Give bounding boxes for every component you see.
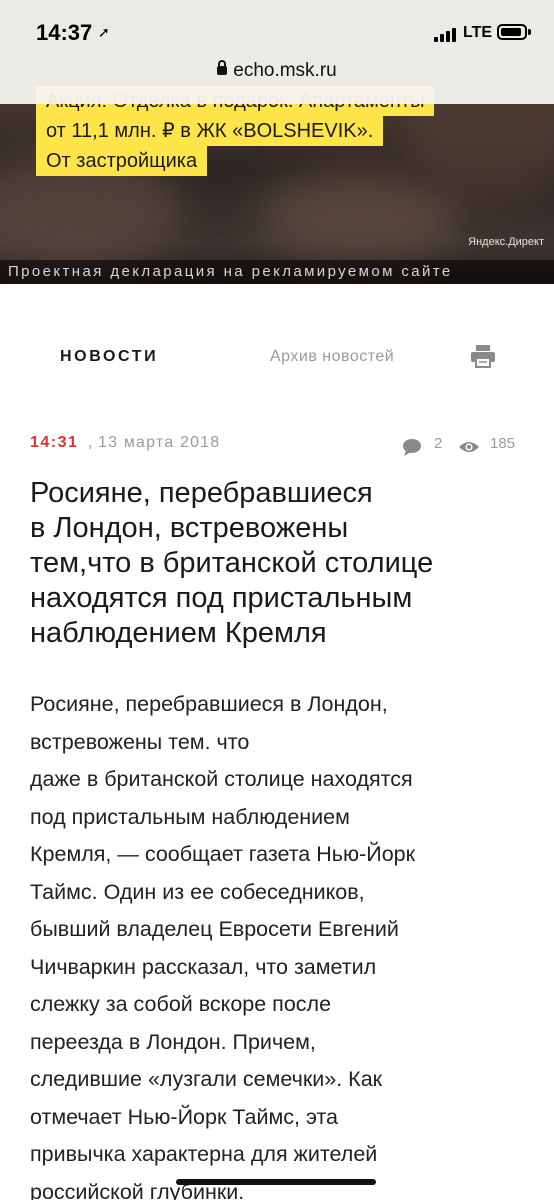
comment-icon[interactable]: [402, 438, 422, 456]
body-line: даже в британской столице находятся: [30, 767, 413, 791]
signal-strength-icon: [434, 26, 458, 42]
meta-separator: ,: [88, 434, 93, 451]
headline-line: в Лондон, встревожены: [30, 512, 349, 544]
article-headline: Росияне, перебравшиеся в Лондон, встрево…: [30, 476, 530, 651]
ad-declaration: Проектная декларация на рекламируемом са…: [0, 260, 554, 284]
article-meta: 14:31 , 13 марта 2018 2 185: [30, 434, 530, 458]
screen: Акция: Отделка в подарок. Апартаменты от…: [0, 0, 554, 1200]
body-line: привычка характерна для жителей: [30, 1142, 378, 1166]
url-text: echo.msk.ru: [233, 60, 337, 81]
home-indicator[interactable]: [176, 1179, 376, 1185]
body-line: бывший владелец Евросети Евгений: [30, 917, 399, 941]
body-line: Таймс. Один из ее собеседников,: [30, 879, 365, 904]
view-count: 185: [490, 435, 516, 452]
network-type: LTE: [463, 24, 493, 41]
article-body: Росияне, перебравшиеся в Лондон, встрево…: [30, 686, 530, 1200]
battery-icon: [497, 24, 527, 40]
body-line: переезда в Лондон. Причем,: [30, 1029, 316, 1054]
location-arrow-icon: ➚: [98, 24, 110, 40]
eye-icon: [459, 442, 479, 452]
body-line: Чичваркин рассказал, что заметил: [30, 954, 377, 979]
headline-line: тем,что в британской столице: [30, 547, 434, 579]
body-line: российской глубинки.: [30, 1179, 245, 1200]
ad-text-line: От застройщика: [36, 146, 208, 176]
body-line: следившие «лузгали семечки». Как: [30, 1067, 383, 1091]
body-line: под пристальным наблюдением: [30, 804, 350, 829]
address-bar[interactable]: echo.msk.ru: [0, 60, 554, 82]
body-line: слежку за собой вскоре после: [30, 992, 332, 1016]
publish-time: 14:31: [30, 434, 79, 451]
nav-archive-link[interactable]: Архив новостей: [270, 348, 394, 366]
battery-tip: [528, 29, 531, 35]
status-time: 14:37: [36, 20, 93, 45]
body-line: Кремля, — сообщает газета Нью-Йорк: [30, 842, 416, 866]
body-line: встревожены тем. что: [30, 729, 250, 754]
headline-line: находятся под пристальным: [30, 582, 413, 614]
headline-line: наблюдением Кремля: [30, 617, 327, 649]
body-line: отмечает Нью-Йорк Таймс, эта: [30, 1104, 339, 1129]
ad-image-blur: [260, 170, 460, 260]
ad-source-label[interactable]: Яндекс.Директ: [468, 236, 544, 248]
publish-date: 13 марта 2018: [98, 434, 221, 451]
headline-line: Росияне, перебравшиеся: [30, 477, 373, 509]
print-icon[interactable]: [470, 344, 496, 368]
nav-news-link[interactable]: НОВОСТИ: [60, 348, 158, 366]
body-line: Росияне, перебравшиеся в Лондон,: [30, 692, 388, 716]
top-bar: 14:37 ➚ LTE echo.msk.ru: [0, 0, 554, 104]
lock-icon: [217, 60, 228, 75]
section-nav: НОВОСТИ Архив новостей: [0, 330, 554, 390]
ad-text-line: от 11,1 млн. ₽ в ЖК «BOLSHEVIK».: [36, 116, 384, 146]
comment-count[interactable]: 2: [434, 435, 442, 452]
